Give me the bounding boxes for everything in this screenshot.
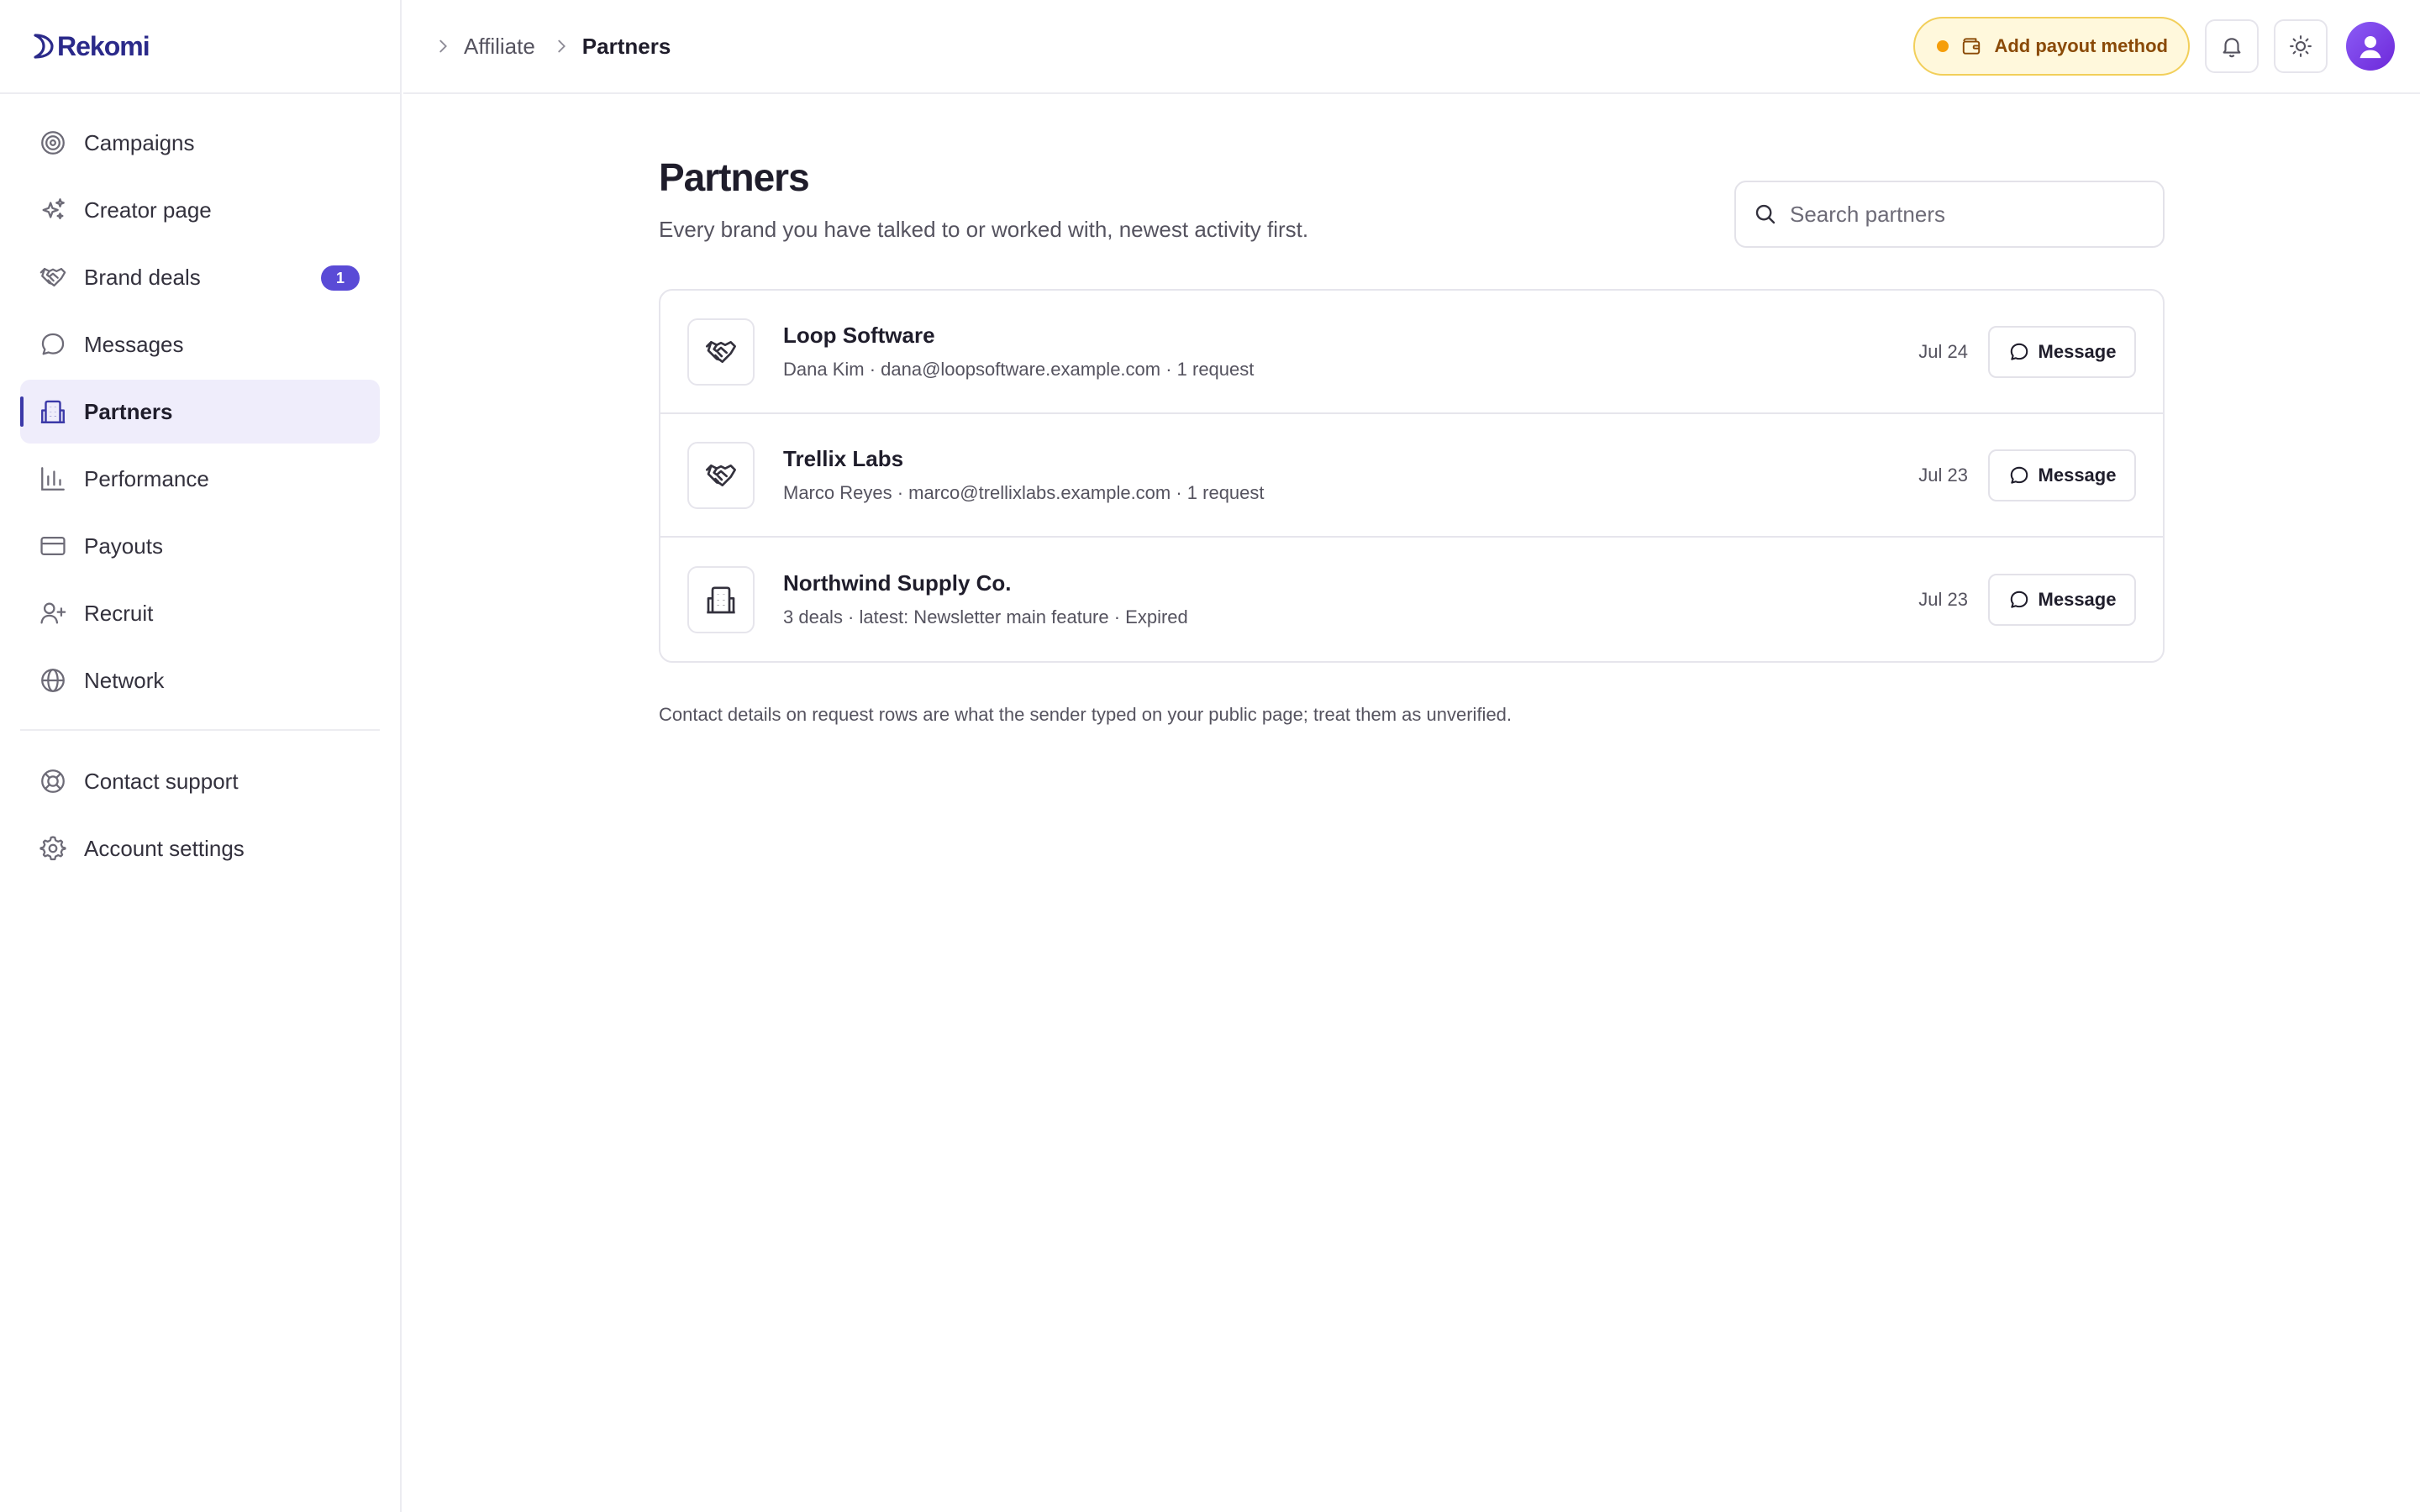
sidebar-item-label: Creator page: [84, 197, 212, 223]
sidebar-item-campaigns[interactable]: Campaigns: [20, 111, 380, 175]
message-button[interactable]: Message: [1988, 325, 2136, 378]
search-icon: [1753, 202, 1778, 227]
sidebar-item-brand-deals[interactable]: Brand deals 1: [20, 245, 380, 309]
building-icon: [39, 397, 67, 426]
notification-badge: 1: [321, 265, 360, 291]
sidebar-item-creator-page[interactable]: Creator page: [20, 178, 380, 242]
add-payout-method-button[interactable]: Add payout method: [1913, 17, 2190, 76]
user-plus-icon: [39, 599, 67, 627]
sidebar-item-label: Account settings: [84, 835, 245, 861]
chat-bubble-icon: [2010, 466, 2028, 484]
partner-avatar: [687, 441, 755, 509]
add-payout-method-label: Add payout method: [1994, 35, 2168, 56]
partner-meta: Dana Kim · dana@loopsoftware.example.com…: [783, 359, 1255, 380]
header-actions: Add payout method: [1913, 17, 2395, 76]
theme-toggle-button[interactable]: [2274, 19, 2328, 73]
chevron-right-icon: [552, 37, 571, 55]
sidebar-item-label: Recruit: [84, 600, 154, 626]
sidebar-item-account-settings[interactable]: Account settings: [20, 816, 380, 880]
sidebar-item-performance[interactable]: Performance: [20, 447, 380, 511]
logo-moon-icon: [34, 34, 54, 59]
user-icon: [2360, 36, 2381, 59]
bar-chart-icon: [39, 465, 67, 493]
logo[interactable]: Rekomi: [30, 31, 150, 62]
life-buoy-icon: [39, 767, 67, 795]
chevron-right-icon: [434, 37, 452, 55]
sidebar-item-label: Performance: [84, 465, 209, 491]
chat-bubble-icon: [2010, 343, 2028, 360]
message-button[interactable]: Message: [1988, 449, 2136, 501]
sparkles-icon: [39, 196, 67, 224]
footnote: Contact details on request rows are what…: [659, 704, 1512, 725]
logo-bar: Rekomi: [0, 0, 400, 94]
message-button[interactable]: Message: [1988, 573, 2136, 626]
breadcrumb-affiliate[interactable]: Affiliate: [464, 34, 535, 60]
handshake-icon: [706, 340, 736, 363]
page-title: Partners: [659, 155, 810, 199]
sidebar-item-label: Network: [84, 667, 165, 693]
avatar[interactable]: [2346, 22, 2395, 71]
chat-bubble-icon: [39, 330, 67, 359]
globe-icon: [39, 666, 67, 695]
sidebar-item-label: Contact support: [84, 768, 239, 794]
sun-icon: [2288, 34, 2313, 59]
top-header: Affiliate Partners Add payout method: [403, 0, 2420, 94]
partner-meta: 3 deals · latest: Newsletter main featur…: [783, 606, 1188, 627]
target-icon: [39, 129, 67, 157]
sidebar-divider: [20, 729, 380, 731]
sidebar-item-label: Brand deals: [84, 264, 201, 290]
list-item[interactable]: Loop Software Dana Kim · dana@loopsoftwa…: [660, 291, 2163, 414]
handshake-icon: [39, 263, 67, 291]
message-button-label: Message: [2038, 340, 2117, 362]
sidebar-item-messages[interactable]: Messages: [20, 312, 380, 376]
search-input[interactable]: [1790, 201, 2143, 228]
sidebar-item-contact-support[interactable]: Contact support: [20, 749, 380, 813]
partner-date: Jul 23: [1918, 464, 1968, 486]
partner-name: Loop Software: [783, 323, 935, 348]
sidebar-item-label: Partners: [84, 398, 173, 424]
wallet-icon: [1960, 35, 1982, 57]
partner-date: Jul 23: [1918, 588, 1968, 610]
sidebar-nav: Campaigns Creator page Brand deals 1 Mes…: [0, 94, 400, 880]
sidebar-item-recruit[interactable]: Recruit: [20, 581, 380, 645]
page-subtitle: Every brand you have talked to or worked…: [659, 217, 1309, 242]
partner-info: Northwind Supply Co. 3 deals · latest: N…: [783, 570, 1188, 628]
search-box[interactable]: [1734, 181, 2165, 248]
sidebar: Rekomi Campaigns Creator page Brand deal…: [0, 0, 402, 1512]
partner-avatar: [687, 565, 755, 633]
partner-name: Trellix Labs: [783, 446, 904, 471]
partner-date: Jul 24: [1918, 340, 1968, 362]
sidebar-item-payouts[interactable]: Payouts: [20, 514, 380, 578]
message-button-label: Message: [2038, 588, 2117, 610]
bell-icon: [2219, 34, 2244, 59]
notifications-button[interactable]: [2205, 19, 2259, 73]
breadcrumb: Affiliate Partners: [434, 34, 671, 60]
partner-info: Loop Software Dana Kim · dana@loopsoftwa…: [783, 323, 1254, 381]
message-button-label: Message: [2038, 464, 2117, 486]
partners-list: Loop Software Dana Kim · dana@loopsoftwa…: [659, 289, 2165, 663]
gear-icon: [39, 834, 67, 863]
sidebar-item-label: Messages: [84, 331, 184, 357]
warning-dot: [1937, 40, 1949, 52]
sidebar-item-label: Payouts: [84, 533, 163, 559]
building-icon: [707, 586, 735, 613]
credit-card-icon: [39, 532, 67, 560]
list-item[interactable]: Trellix Labs Marco Reyes · marco@trellix…: [660, 414, 2163, 538]
partner-avatar: [687, 318, 755, 386]
chat-bubble-icon: [2010, 591, 2028, 608]
logo-text: Rekomi: [57, 30, 150, 61]
sidebar-item-label: Campaigns: [84, 129, 195, 155]
handshake-icon: [706, 464, 736, 486]
breadcrumb-partners: Partners: [581, 33, 671, 59]
sidebar-item-network[interactable]: Network: [20, 648, 380, 712]
list-item[interactable]: Northwind Supply Co. 3 deals · latest: N…: [660, 538, 2163, 661]
partner-meta: Marco Reyes · marco@trellixlabs.example.…: [783, 482, 1265, 503]
sidebar-item-partners[interactable]: Partners: [20, 380, 380, 444]
partner-name: Northwind Supply Co.: [783, 570, 1012, 596]
partner-info: Trellix Labs Marco Reyes · marco@trellix…: [783, 446, 1265, 504]
